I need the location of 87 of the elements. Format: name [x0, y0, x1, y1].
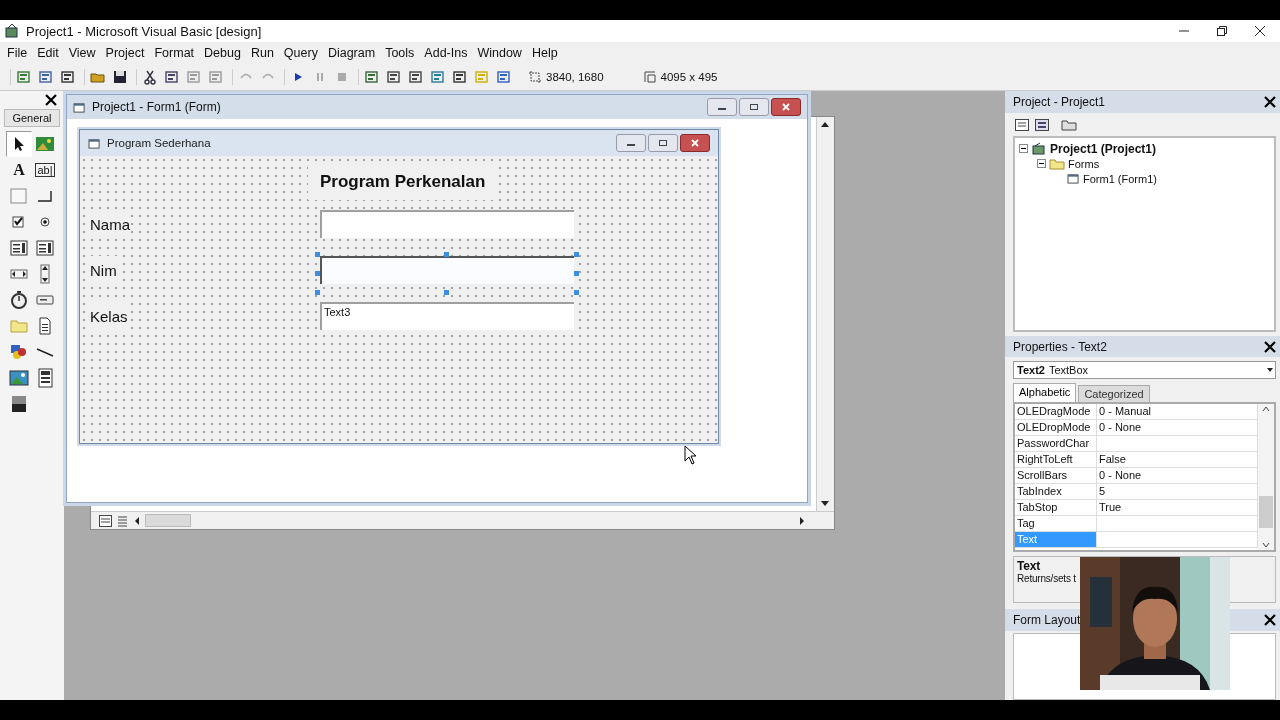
object-dropdown[interactable]: Text2 TextBox	[1013, 361, 1276, 379]
app-icon	[4, 23, 20, 39]
menu-item[interactable]: Diagram	[322, 43, 381, 62]
toolbox-tab[interactable]: General	[4, 109, 60, 127]
cut-icon[interactable]	[142, 68, 158, 85]
view-code-icon[interactable]	[1015, 118, 1029, 131]
position-readout: 3840, 1680	[546, 70, 604, 83]
folder-icon	[1049, 157, 1065, 170]
property-name[interactable]: ScrollBars	[1015, 468, 1097, 483]
menu-item[interactable]: Tools	[380, 43, 420, 62]
menu-item[interactable]: Debug	[199, 43, 246, 62]
collapse-icon[interactable]	[1019, 144, 1028, 153]
close-button[interactable]	[680, 134, 710, 152]
project-icon	[1031, 141, 1047, 156]
close-icon[interactable]	[1263, 339, 1277, 354]
minimize-button[interactable]	[707, 98, 737, 116]
menu-item[interactable]: File	[2, 43, 33, 62]
properties-tab[interactable]: Alphabetic	[1013, 383, 1077, 402]
position-icon	[528, 69, 542, 84]
maximize-button[interactable]	[739, 98, 769, 116]
close-icon[interactable]	[1263, 95, 1277, 109]
close-button[interactable]	[771, 98, 801, 116]
maximize-icon	[658, 139, 668, 147]
menu-item[interactable]: Window	[472, 43, 527, 62]
toolbox-tool[interactable]: ab|	[32, 157, 58, 183]
close-icon	[690, 139, 700, 147]
close-icon[interactable]	[1263, 613, 1277, 627]
size-icon	[642, 69, 657, 84]
form-icon	[1067, 173, 1080, 184]
property-name[interactable]: RightToLeft	[1015, 452, 1097, 467]
text-field[interactable]	[320, 256, 574, 284]
form-icon	[73, 101, 86, 113]
size-readout: 4095 x 495	[660, 70, 718, 83]
pointer-tool-icon[interactable]	[6, 131, 32, 157]
field-label: Kelas	[88, 302, 128, 331]
tree-item[interactable]: Form1 (Form1)	[1083, 172, 1157, 185]
scroll-left-icon[interactable]	[133, 515, 141, 526]
vertical-scrollbar[interactable]	[816, 117, 834, 511]
close-icon[interactable]	[1254, 25, 1266, 37]
scrollbar-thumb[interactable]	[145, 514, 191, 527]
designer-title: Project1 - Form1 (Form)	[92, 100, 222, 114]
folder-icon[interactable]	[1061, 118, 1077, 131]
mouse-cursor-icon	[684, 445, 698, 465]
description-text: Returns/sets t	[1017, 573, 1076, 585]
tree-item[interactable]: Project1 (Project1)	[1050, 141, 1157, 156]
close-icon[interactable]	[44, 93, 58, 107]
menu-item[interactable]: Project	[100, 43, 150, 62]
scroll-right-icon[interactable]	[798, 515, 806, 526]
property-name[interactable]: TabIndex	[1015, 484, 1097, 499]
property-name[interactable]: Tag	[1015, 516, 1097, 531]
form-icon	[88, 137, 101, 149]
text-field[interactable]: Text3	[320, 302, 574, 330]
property-name[interactable]: OLEDropMode	[1015, 420, 1097, 435]
property-name[interactable]: TabStop	[1015, 500, 1097, 515]
horizontal-scrollbar[interactable]	[91, 511, 834, 529]
minimize-button[interactable]	[616, 134, 646, 152]
restore-icon[interactable]	[1216, 25, 1228, 37]
code-view-icon[interactable]	[99, 514, 112, 527]
menu-item[interactable]: Query	[278, 43, 323, 62]
property-name[interactable]: OLEDragMode	[1015, 404, 1097, 419]
property-name[interactable]: PasswordChar	[1015, 436, 1097, 451]
panel-title: Properties - Text2	[1013, 339, 1108, 354]
vertical-scrollbar[interactable]	[1258, 404, 1274, 551]
close-icon	[781, 103, 791, 111]
panel-title: Project - Project1	[1013, 95, 1107, 109]
maximize-icon	[749, 103, 759, 111]
menu-item[interactable]: View	[63, 43, 101, 62]
scrollbar-thumb[interactable]	[1259, 496, 1273, 529]
menu-item[interactable]: Run	[245, 43, 279, 62]
form-caption: Program Sederhana	[107, 137, 212, 149]
properties-tab[interactable]: Categorized	[1078, 385, 1150, 402]
selection-handles[interactable]	[315, 252, 579, 295]
menu-item[interactable]: Add-Ins	[419, 43, 473, 62]
window-title: Project1 - Microsoft Visual Basic [design]	[26, 23, 263, 39]
panel-title: Form Layout	[1013, 613, 1082, 627]
view-object-icon[interactable]	[1035, 118, 1049, 131]
text-field[interactable]	[320, 210, 574, 238]
menu-item[interactable]: Edit	[32, 43, 64, 62]
collapse-icon[interactable]	[1037, 159, 1046, 168]
menu-item[interactable]: Help	[526, 43, 563, 62]
maximize-button[interactable]	[648, 134, 678, 152]
description-title: Text	[1017, 559, 1041, 574]
save-icon[interactable]	[112, 68, 128, 85]
menu-item[interactable]: Format	[149, 43, 200, 62]
toolbox-tool[interactable]: A	[6, 157, 32, 183]
tree-item[interactable]: Forms	[1068, 157, 1100, 170]
scroll-up-icon[interactable]	[1261, 404, 1271, 414]
